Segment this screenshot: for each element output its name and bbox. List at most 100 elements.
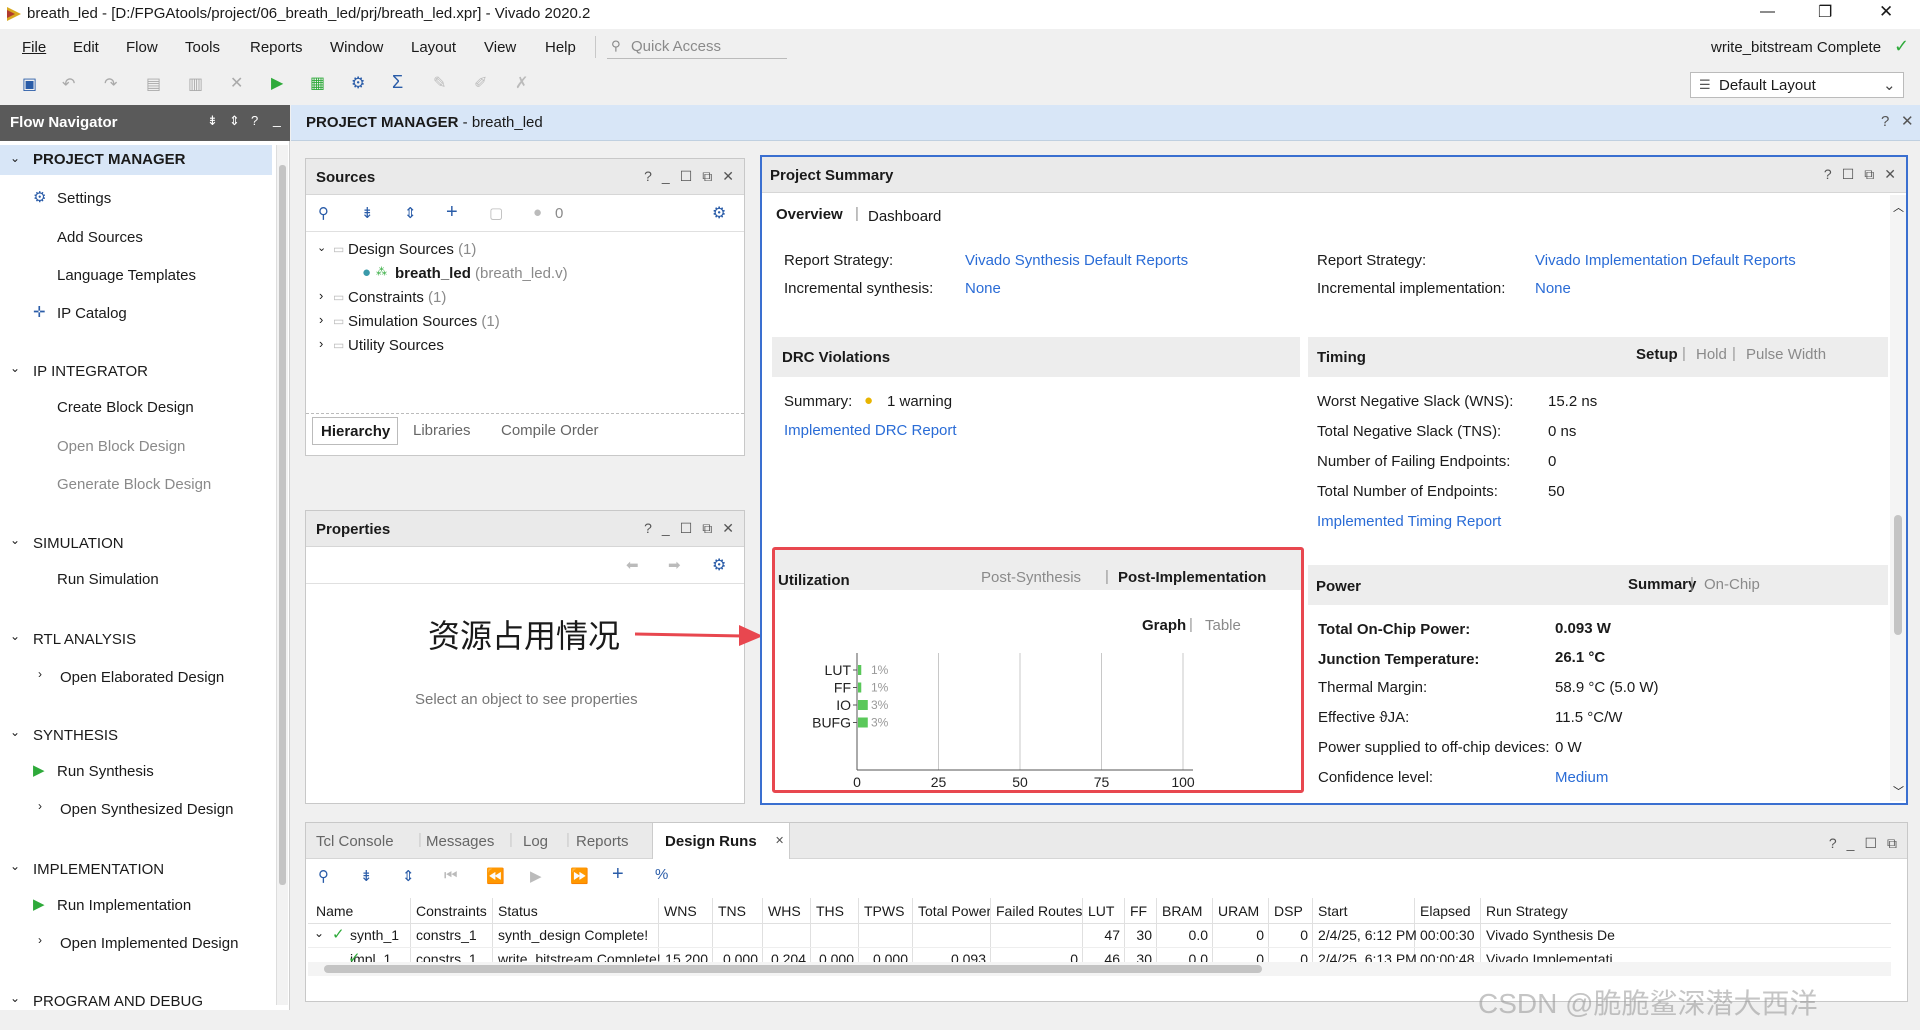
rewind-icon[interactable]: ⏪ xyxy=(486,867,505,885)
tab-hierarchy[interactable]: Hierarchy xyxy=(312,417,398,445)
chevron-down-icon[interactable]: ⌄ xyxy=(314,926,324,940)
minimize-icon[interactable]: _ xyxy=(1847,835,1855,852)
constraints-node[interactable]: Constraints (1) xyxy=(348,289,446,306)
chevron-right-icon[interactable]: › xyxy=(319,336,323,351)
section-ip-integrator[interactable]: IP INTEGRATOR xyxy=(33,363,148,380)
help-icon[interactable]: ? xyxy=(644,520,652,537)
section-project-manager[interactable]: ⌄ PROJECT MANAGER xyxy=(0,145,272,175)
top-module-node[interactable]: breath_led (breath_led.v) xyxy=(395,265,568,282)
nav-open-block-design[interactable]: Open Block Design xyxy=(57,438,185,455)
properties-icon[interactable]: ▢ xyxy=(489,204,503,222)
nav-add-sources[interactable]: Add Sources xyxy=(57,229,143,246)
column-header[interactable]: FF xyxy=(1130,903,1147,919)
tab-messages[interactable]: Messages xyxy=(426,833,494,850)
section-synthesis[interactable]: SYNTHESIS xyxy=(33,727,118,744)
debug-icon[interactable]: ✎ xyxy=(433,73,446,93)
back-arrow-icon[interactable]: ⬅ xyxy=(626,556,639,574)
layout-select[interactable]: ☰ Default Layout ⌄ xyxy=(1690,72,1904,98)
float-icon[interactable]: ⧉ xyxy=(702,168,712,185)
menu-layout[interactable]: Layout xyxy=(411,39,456,56)
first-icon[interactable]: ⏮ xyxy=(444,867,458,884)
chevron-down-icon[interactable]: ﹀ xyxy=(1893,783,1904,799)
tab-design-runs[interactable]: Design Runs ✕ xyxy=(652,823,790,859)
column-header[interactable]: Name xyxy=(316,903,353,919)
utility-sources-node[interactable]: Utility Sources xyxy=(348,337,444,354)
design-sources-node[interactable]: Design Sources (1) xyxy=(348,241,476,258)
help-icon[interactable]: ? xyxy=(1829,835,1837,852)
add-icon[interactable]: + xyxy=(612,863,624,886)
run-icon[interactable]: ▶ xyxy=(271,73,283,93)
column-header[interactable]: Failed Routes xyxy=(996,903,1082,919)
gear-icon[interactable]: ⚙ xyxy=(712,203,726,223)
delete-icon[interactable]: ✕ xyxy=(230,73,243,93)
expand-all-icon[interactable]: ⇕ xyxy=(402,867,415,885)
tab-post-synthesis[interactable]: Post-Synthesis xyxy=(981,569,1081,586)
gear-icon[interactable]: ⚙ xyxy=(712,555,726,575)
nav-create-block-design[interactable]: Create Block Design xyxy=(57,399,194,416)
flow-navigator-scrollbar[interactable] xyxy=(276,145,288,1005)
tab-compile-order[interactable]: Compile Order xyxy=(501,422,599,439)
column-header[interactable]: TPWS xyxy=(864,903,904,919)
menu-view[interactable]: View xyxy=(484,39,516,56)
float-icon[interactable]: ⧉ xyxy=(1864,166,1874,183)
tab-log[interactable]: Log xyxy=(523,833,548,850)
synth-strategy-link[interactable]: Vivado Synthesis Default Reports xyxy=(965,252,1188,269)
add-icon[interactable]: + xyxy=(446,201,458,224)
column-header[interactable]: BRAM xyxy=(1162,903,1202,919)
settings-gear-icon[interactable]: ⚙ xyxy=(351,73,365,93)
maximize-button[interactable]: ❐ xyxy=(1818,2,1832,22)
column-header[interactable]: LUT xyxy=(1088,903,1114,919)
table-row[interactable]: synth_1 constrs_1 synth_design Complete! 47… xyxy=(308,924,1891,948)
close-icon[interactable]: ✕ xyxy=(722,520,734,537)
menu-help[interactable]: Help xyxy=(545,39,576,56)
section-implementation[interactable]: IMPLEMENTATION xyxy=(33,861,164,878)
nav-open-synthesized-design[interactable]: Open Synthesized Design xyxy=(60,801,233,818)
close-button[interactable]: ✕ xyxy=(1879,2,1893,22)
column-header[interactable]: TNS xyxy=(718,903,746,919)
column-header[interactable]: Start xyxy=(1318,903,1348,919)
column-header[interactable]: Elapsed xyxy=(1420,903,1471,919)
chevron-right-icon[interactable]: › xyxy=(319,288,323,303)
nav-settings[interactable]: Settings xyxy=(57,190,111,207)
chevron-up-icon[interactable]: ︿ xyxy=(1893,199,1904,215)
minimize-icon[interactable]: _ xyxy=(662,520,670,537)
help-icon[interactable]: ? xyxy=(251,113,258,128)
menu-tools[interactable]: Tools xyxy=(185,39,220,56)
open-project-icon[interactable]: ▣ xyxy=(22,74,37,94)
menu-reports[interactable]: Reports xyxy=(250,39,303,56)
incr-synth-link[interactable]: None xyxy=(965,280,1001,297)
scrollbar-thumb[interactable] xyxy=(324,965,1262,973)
column-header[interactable]: THS xyxy=(816,903,844,919)
close-icon[interactable]: ✕ xyxy=(1884,166,1896,183)
column-header[interactable]: DSP xyxy=(1274,903,1303,919)
tab-on-chip[interactable]: On-Chip xyxy=(1704,576,1760,593)
menu-file[interactable]: File xyxy=(22,39,46,56)
section-program-and-debug[interactable]: PROGRAM AND DEBUG xyxy=(33,993,203,1010)
redo-icon[interactable]: ↷ xyxy=(104,74,117,94)
collapse-all-icon[interactable]: ⇟ xyxy=(207,113,218,129)
play-icon[interactable]: ▶ xyxy=(530,867,542,885)
forward-arrow-icon[interactable]: ➡ xyxy=(668,556,681,574)
percent-icon[interactable]: % xyxy=(655,866,668,883)
impl-strategy-link[interactable]: Vivado Implementation Default Reports xyxy=(1535,252,1796,269)
menu-window[interactable]: Window xyxy=(330,39,383,56)
section-simulation[interactable]: SIMULATION xyxy=(33,535,124,552)
table-row[interactable]: impl_1 constrs_1 write_bitstream Complete!… xyxy=(308,948,1891,962)
float-icon[interactable]: ⧉ xyxy=(1887,835,1897,852)
drc-report-link[interactable]: Implemented DRC Report xyxy=(784,422,957,439)
column-header[interactable]: WNS xyxy=(664,903,697,919)
nav-generate-block-design[interactable]: Generate Block Design xyxy=(57,476,211,493)
tab-reports[interactable]: Reports xyxy=(576,833,629,850)
tab-overview[interactable]: Overview xyxy=(776,206,843,223)
column-header[interactable]: Run Strategy xyxy=(1486,903,1568,919)
nav-open-implemented-design[interactable]: Open Implemented Design xyxy=(60,935,238,952)
quick-access-input[interactable]: ⚲ Quick Access xyxy=(607,35,787,59)
tab-power-summary[interactable]: Summary xyxy=(1628,576,1696,593)
tab-libraries[interactable]: Libraries xyxy=(413,422,471,439)
tab-graph[interactable]: Graph xyxy=(1142,617,1186,634)
cancel-run-icon[interactable]: ✗ xyxy=(515,73,528,93)
search-icon[interactable]: ⚲ xyxy=(318,867,329,885)
scrollbar-thumb[interactable] xyxy=(279,165,286,885)
help-icon[interactable]: ? xyxy=(1824,166,1832,183)
tool-icon[interactable]: ✐ xyxy=(474,73,487,93)
